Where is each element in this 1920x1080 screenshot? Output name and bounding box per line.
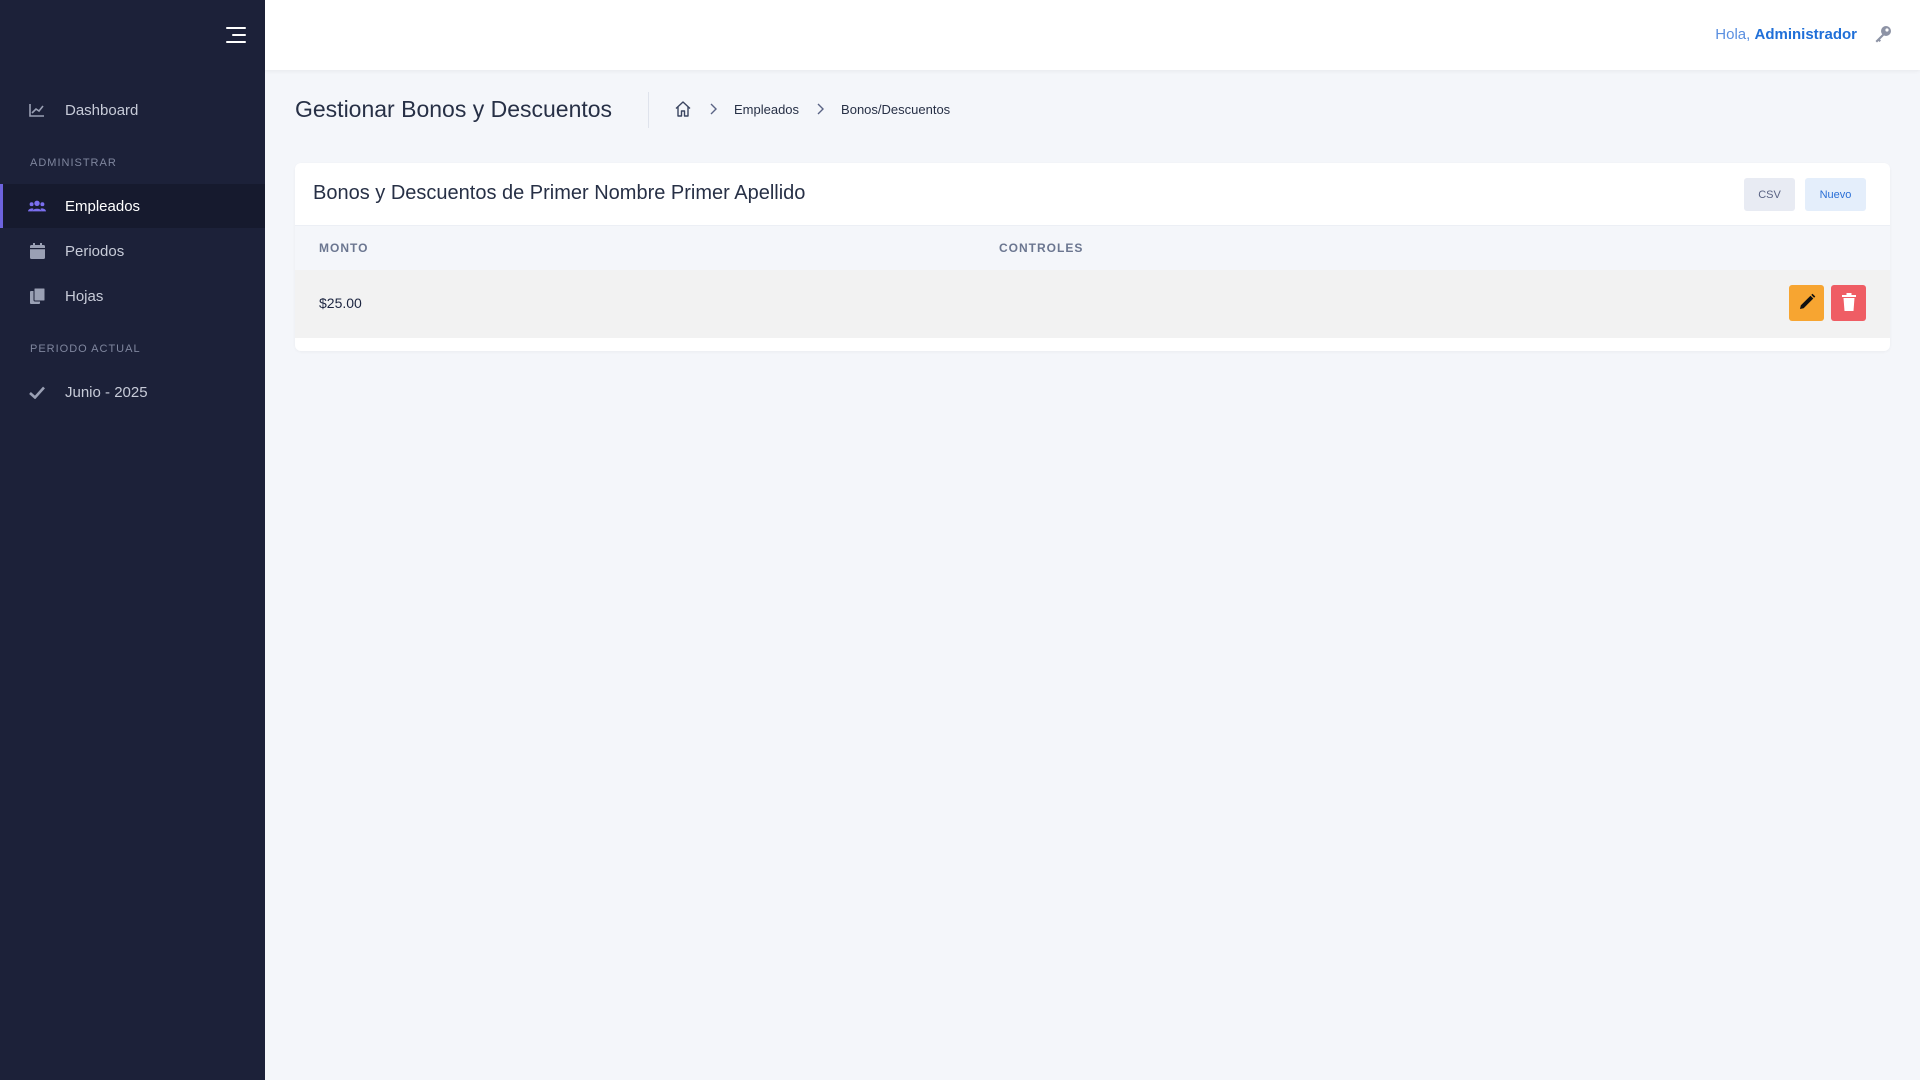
cell-monto: $25.00 [319,295,362,311]
card-title: Bonos y Descuentos de Primer Nombre Prim… [313,182,806,204]
new-button[interactable]: Nuevo [1805,178,1866,211]
section-periodo-actual: PERIODO ACTUAL [30,343,141,355]
sidebar-item-dashboard[interactable]: Dashboard [0,88,265,132]
table-header: MONTO CONTROLES [295,225,1890,270]
sidebar-item-label: Junio - 2025 [65,383,148,401]
pencil-icon [1798,293,1816,314]
menu-toggle-icon[interactable] [226,27,246,43]
check-icon [28,383,46,401]
calendar-icon [28,242,46,260]
bonos-card: Bonos y Descuentos de Primer Nombre Prim… [295,163,1890,351]
page-title: Gestionar Bonos y Descuentos [295,96,613,122]
top-header: Hola, Administrador [265,0,1920,70]
sidebar-item-label: Hojas [65,287,104,305]
csv-button[interactable]: CSV [1744,178,1795,211]
sidebar-item-label: Empleados [65,197,141,215]
title-divider [648,92,649,128]
column-header-monto: MONTO [319,241,369,255]
chevron-right-icon [813,102,827,116]
key-icon[interactable] [1874,25,1894,45]
users-icon [28,197,46,215]
sidebar-item-periodos[interactable]: Periodos [0,229,265,273]
greeting-text: Hola, [1715,26,1751,43]
delete-button[interactable] [1831,285,1866,321]
sidebar-item-empleados[interactable]: Empleados [0,184,265,228]
breadcrumb: Empleados Bonos/Descuentos [674,100,950,118]
sidebar-item-label: Dashboard [65,101,139,119]
breadcrumb-bonos-descuentos: Bonos/Descuentos [841,101,951,117]
table-row: $25.00 [295,270,1890,338]
edit-button[interactable] [1789,285,1824,321]
sidebar-item-hojas[interactable]: Hojas [0,274,265,318]
trash-icon [1841,292,1857,314]
user-greeting[interactable]: Hola, Administrador [1715,26,1857,43]
home-icon[interactable] [674,100,692,118]
chevron-right-icon [706,102,720,116]
chart-line-icon [28,101,46,119]
copy-icon [28,287,46,305]
sidebar-item-periodo-actual[interactable]: Junio - 2025 [0,370,265,414]
section-administrar: ADMINISTRAR [30,157,117,169]
sidebar: Dashboard ADMINISTRAR Empleados Periodos… [0,0,265,1080]
breadcrumb-empleados[interactable]: Empleados [734,102,799,117]
user-name: Administrador [1754,26,1857,43]
sidebar-item-label: Periodos [65,242,125,260]
column-header-controles: CONTROLES [999,241,1084,255]
